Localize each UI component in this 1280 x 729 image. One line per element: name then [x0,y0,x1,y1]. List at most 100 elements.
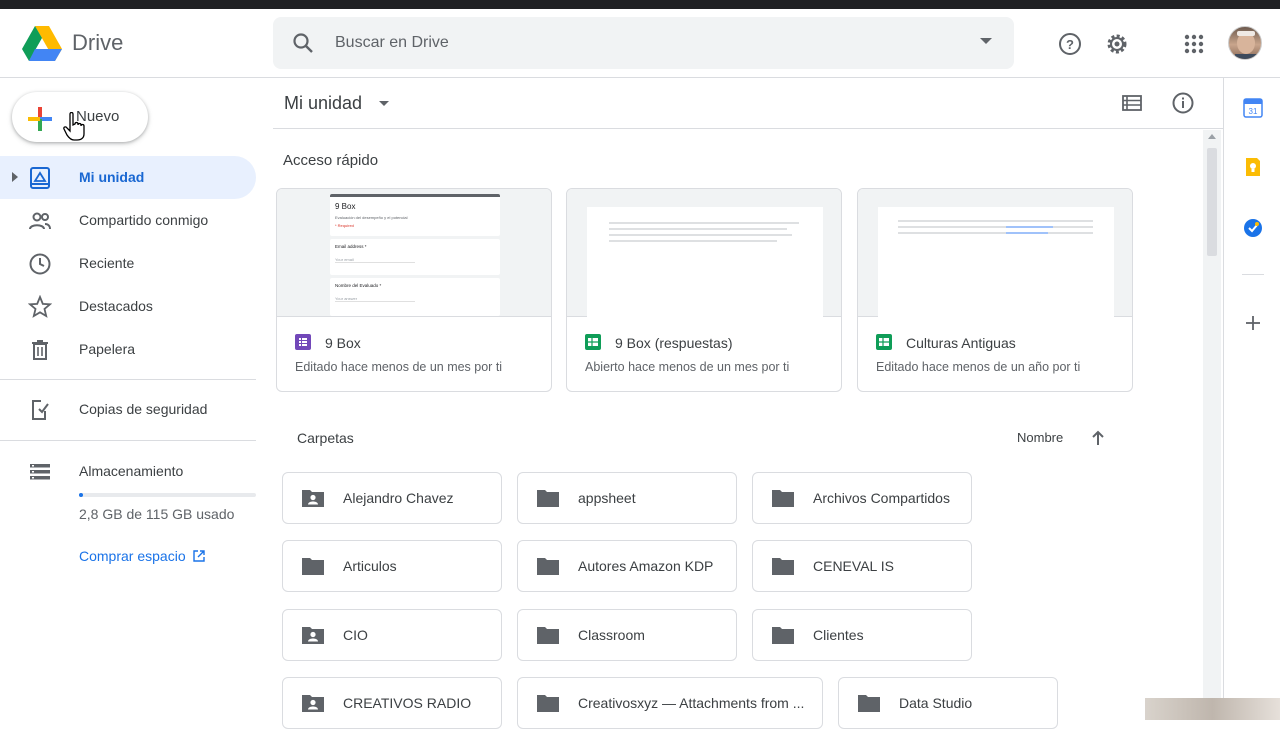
file-thumbnail: 9 Box Evaluación del desempeño y el pote… [277,189,551,317]
shared-folder-icon [302,695,324,712]
folder-item[interactable]: Articulos [282,540,502,592]
sidebar-item-label: Papelera [79,341,136,357]
search-input[interactable] [335,29,935,57]
expand-arrow-icon[interactable] [12,172,18,182]
buy-storage-link[interactable]: Comprar espacio [79,548,205,564]
plus-icon [28,107,52,131]
hand-cursor-icon [63,112,85,141]
form-field-hint: Your answer [335,296,415,302]
storage-progress-fill [79,493,84,497]
form-preview: 9 Box Evaluación del desempeño y el pote… [330,194,500,317]
folder-name: Alejandro Chavez [343,490,454,506]
folder-item[interactable]: CIO [282,609,502,661]
quick-access-label: Acceso rápido [283,152,379,169]
folder-icon [537,558,559,575]
tasks-icon[interactable] [1243,218,1263,238]
folder-item[interactable]: Alejandro Chavez [282,472,502,524]
sidebar-item-recent[interactable]: Reciente [0,242,256,285]
sidebar-item-label: Reciente [79,255,135,271]
form-field-card: Nombre del Evaluado * Your answer [330,278,500,316]
folder-item[interactable]: Creativosxyz — Attachments from ... [517,677,823,729]
form-header-card: 9 Box Evaluación del desempeño y el pote… [330,194,500,236]
folder-icon [772,490,794,507]
file-name: 9 Box (respuestas) [615,335,733,351]
keep-icon[interactable] [1243,157,1263,177]
folder-name: Clientes [813,627,864,643]
page-title[interactable]: Mi unidad [284,93,362,114]
sheet-preview [878,207,1114,317]
avatar[interactable] [1228,26,1262,60]
sidebar: Nuevo Mi unidad Compartido conmigo Recie… [0,78,272,720]
search-icon[interactable] [291,31,315,55]
help-icon[interactable]: ? [1057,31,1083,57]
folder-item[interactable]: Clientes [752,609,972,661]
file-name: Culturas Antiguas [906,335,1016,351]
sidebar-item-my-drive[interactable]: Mi unidad [0,156,256,199]
quick-access-card[interactable]: 9 Box (respuestas) Abierto hace menos de… [566,188,842,392]
sidebar-item-backups[interactable]: Copias de seguridad [0,388,256,431]
sidebar-item-trash[interactable]: Papelera [0,328,256,371]
folder-item[interactable]: Autores Amazon KDP [517,540,737,592]
scrollbar-thumb[interactable] [1207,148,1217,256]
folder-name: appsheet [578,490,636,506]
sidebar-item-label: Compartido conmigo [79,212,209,228]
buy-storage-label: Comprar espacio [79,548,186,564]
folder-name: Creativosxyz — Attachments from ... [578,695,805,711]
sheet-preview [587,207,823,317]
main-title-bar: Mi unidad [273,78,1223,129]
drive-logo-icon[interactable] [22,26,62,62]
form-field-card: Email address * Your email [330,239,500,275]
sidebar-item-label: Destacados [79,298,153,314]
folder-name: Archivos Compartidos [813,490,950,506]
form-field-hint: Your email [335,257,415,263]
quick-access-card[interactable]: 9 Box Evaluación del desempeño y el pote… [276,188,552,392]
folder-item[interactable]: CENEVAL IS [752,540,972,592]
folder-item[interactable]: Classroom [517,609,737,661]
svg-text:?: ? [1066,37,1074,52]
list-view-icon[interactable] [1120,91,1144,115]
folder-name: Data Studio [899,695,973,711]
file-activity: Editado hace menos de un mes por ti [295,360,503,374]
form-preview-desc: Evaluación del desempeño y el potencial [335,215,408,220]
apps-grid-icon[interactable] [1181,31,1207,57]
sidebar-divider [0,440,256,441]
file-activity: Editado hace menos de un año por ti [876,360,1081,374]
add-icon[interactable] [1243,313,1263,333]
folder-name: CENEVAL IS [813,558,894,574]
sidebar-item-starred[interactable]: Destacados [0,285,256,328]
search-options-icon[interactable] [980,38,992,44]
sort-by-name[interactable]: Nombre [1017,430,1063,445]
folder-item[interactable]: Archivos Compartidos [752,472,972,524]
sidebar-item-label: Almacenamiento [79,463,184,479]
trash-icon [32,340,48,360]
storage-icon [30,464,50,480]
quick-access-card[interactable]: Culturas Antiguas Editado hace menos de … [857,188,1133,392]
folder-item[interactable]: Data Studio [838,677,1058,729]
folder-item[interactable]: CREATIVOS RADIO [282,677,502,729]
info-icon[interactable] [1171,91,1195,115]
form-field-label: Nombre del Evaluado * [335,283,382,288]
forms-icon [295,334,311,350]
file-name: 9 Box [325,335,361,351]
sidebar-item-storage[interactable]: Almacenamiento [0,450,256,493]
file-activity: Abierto hace menos de un mes por ti [585,360,790,374]
folder-item[interactable]: appsheet [517,472,737,524]
external-link-icon [192,550,205,562]
sidebar-item-shared[interactable]: Compartido conmigo [0,199,256,242]
search-bar[interactable] [273,17,1014,69]
calendar-icon[interactable]: 31 [1243,98,1263,118]
settings-icon[interactable] [1104,31,1130,57]
webcam-overlay [1145,698,1280,720]
title-dropdown-icon[interactable] [379,101,389,106]
sort-ascending-icon[interactable] [1088,428,1108,448]
file-thumbnail [567,189,841,317]
folder-icon [537,627,559,644]
folder-name: Articulos [343,558,397,574]
folder-icon [772,627,794,644]
scrollbar[interactable] [1203,130,1221,720]
scroll-up-icon[interactable] [1208,134,1216,139]
sheet-lines-icon [609,222,799,242]
folder-icon [537,695,559,712]
main-content: Mi unidad Acceso rápido 9 Box Evaluación… [273,78,1223,729]
storage-progress-bar [79,493,256,497]
